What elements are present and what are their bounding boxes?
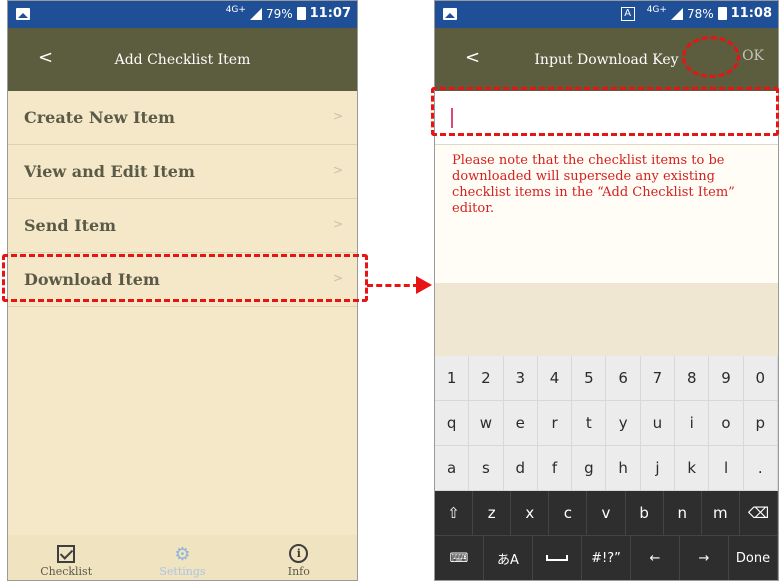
- key[interactable]: w: [469, 401, 504, 445]
- highlight-download-item: [2, 254, 368, 302]
- tab-label: Checklist: [40, 565, 93, 578]
- keyboard-row-middle-letters: a s d f g h j k l .: [435, 446, 778, 491]
- tab-label: Info: [287, 565, 310, 578]
- space-key[interactable]: [533, 536, 582, 580]
- signal-icon: [670, 7, 683, 20]
- annotation-arrow-icon: [416, 276, 432, 294]
- info-icon: i: [289, 544, 309, 563]
- shift-key-icon[interactable]: ⇧: [435, 491, 474, 535]
- key[interactable]: e: [504, 401, 538, 445]
- symbols-key[interactable]: #!?”: [582, 536, 631, 580]
- key[interactable]: d: [504, 446, 538, 490]
- key[interactable]: l: [709, 446, 744, 490]
- key[interactable]: p: [744, 401, 778, 445]
- clock: 11:08: [730, 6, 772, 21]
- tab-checklist[interactable]: Checklist: [8, 535, 124, 580]
- highlight-download-key-field: [431, 87, 779, 136]
- language-switch-key[interactable]: あA: [484, 536, 533, 580]
- battery-icon: [717, 7, 727, 20]
- clock: 11:07: [309, 6, 351, 21]
- done-key[interactable]: Done: [729, 536, 778, 580]
- cursor-right-key-icon[interactable]: →: [680, 536, 729, 580]
- soft-keyboard: 1 2 3 4 5 6 7 8 9 0 q w e r t y u i o p …: [435, 356, 778, 580]
- key[interactable]: 8: [675, 356, 710, 400]
- keyboard-row-numbers: 1 2 3 4 5 6 7 8 9 0: [435, 356, 778, 401]
- key[interactable]: x: [511, 491, 550, 535]
- keyboard-row-top-letters: q w e r t y u i o p: [435, 401, 778, 446]
- page-title: Add Checklist Item: [114, 51, 251, 68]
- key[interactable]: 2: [469, 356, 504, 400]
- key[interactable]: t: [572, 401, 607, 445]
- key[interactable]: r: [538, 401, 573, 445]
- signal-icon: [249, 7, 262, 20]
- annotation-connector-line: [367, 284, 419, 287]
- cursor-left-key-icon[interactable]: ←: [631, 536, 680, 580]
- key[interactable]: 7: [641, 356, 676, 400]
- key[interactable]: q: [435, 401, 470, 445]
- battery-percent: 78%: [686, 6, 714, 21]
- key[interactable]: f: [538, 446, 573, 490]
- status-bar: A 4G+ 78% 11:08: [435, 1, 778, 28]
- backspace-key-icon[interactable]: ⌫: [740, 491, 778, 535]
- back-button[interactable]: <: [465, 47, 480, 68]
- network-type: 4G+: [225, 4, 246, 15]
- menu-item-send-item[interactable]: Send Item >: [8, 199, 357, 253]
- key[interactable]: 6: [606, 356, 641, 400]
- key[interactable]: y: [606, 401, 641, 445]
- menu-item-label: Create New Item: [24, 108, 175, 127]
- key[interactable]: v: [587, 491, 626, 535]
- key[interactable]: s: [469, 446, 504, 490]
- key[interactable]: 1: [435, 356, 470, 400]
- menu-item-view-and-edit-item[interactable]: View and Edit Item >: [8, 145, 357, 199]
- key[interactable]: o: [709, 401, 744, 445]
- key[interactable]: a: [435, 446, 470, 490]
- ok-button[interactable]: OK: [742, 48, 764, 64]
- highlight-ok-button: [682, 36, 740, 78]
- chevron-right-icon: >: [332, 217, 343, 231]
- emoji-keyboard-key-icon[interactable]: ⌨: [435, 536, 484, 580]
- key[interactable]: 4: [538, 356, 573, 400]
- app-bar: < Add Checklist Item: [8, 28, 357, 91]
- key[interactable]: c: [549, 491, 588, 535]
- image-notification-icon: [16, 8, 30, 20]
- key[interactable]: 3: [504, 356, 538, 400]
- key[interactable]: z: [473, 491, 512, 535]
- menu-item-label: Send Item: [24, 216, 117, 235]
- chevron-right-icon: >: [332, 109, 343, 123]
- key[interactable]: g: [572, 446, 607, 490]
- menu-item-label: View and Edit Item: [24, 162, 195, 181]
- key[interactable]: k: [675, 446, 710, 490]
- status-bar: 4G+ 79% 11:07: [8, 1, 357, 28]
- gear-icon: ⚙: [174, 544, 191, 565]
- battery-icon: [296, 7, 306, 20]
- keyboard-row-bottom-letters: ⇧ z x c v b n m ⌫: [435, 491, 778, 536]
- checkbox-icon: [57, 545, 76, 563]
- key[interactable]: b: [626, 491, 664, 535]
- network-type: 4G+: [646, 4, 667, 15]
- key[interactable]: m: [702, 491, 740, 535]
- key[interactable]: u: [641, 401, 676, 445]
- key[interactable]: h: [606, 446, 641, 490]
- tab-info[interactable]: i Info: [241, 535, 357, 580]
- back-button[interactable]: <: [38, 47, 53, 68]
- key[interactable]: .: [744, 446, 778, 490]
- chevron-right-icon: >: [332, 163, 343, 177]
- key[interactable]: i: [675, 401, 710, 445]
- tab-label: Settings: [159, 565, 206, 578]
- bottom-tab-bar: Checklist ⚙ Settings i Info: [8, 535, 357, 580]
- key[interactable]: 5: [572, 356, 607, 400]
- keyboard-indicator-icon: A: [620, 6, 635, 21]
- key[interactable]: n: [664, 491, 702, 535]
- key[interactable]: 0: [744, 356, 778, 400]
- menu-item-create-new-item[interactable]: Create New Item >: [8, 91, 357, 145]
- key[interactable]: 9: [709, 356, 744, 400]
- space-bar-icon: [546, 555, 568, 561]
- key[interactable]: j: [641, 446, 676, 490]
- tab-settings[interactable]: ⚙ Settings: [124, 535, 240, 580]
- supersede-warning: Please note that the checklist items to …: [435, 145, 778, 283]
- keyboard-row-function: ⌨ あA #!?” ← → Done: [435, 536, 778, 580]
- image-notification-icon: [443, 8, 457, 20]
- battery-percent: 79%: [265, 6, 293, 21]
